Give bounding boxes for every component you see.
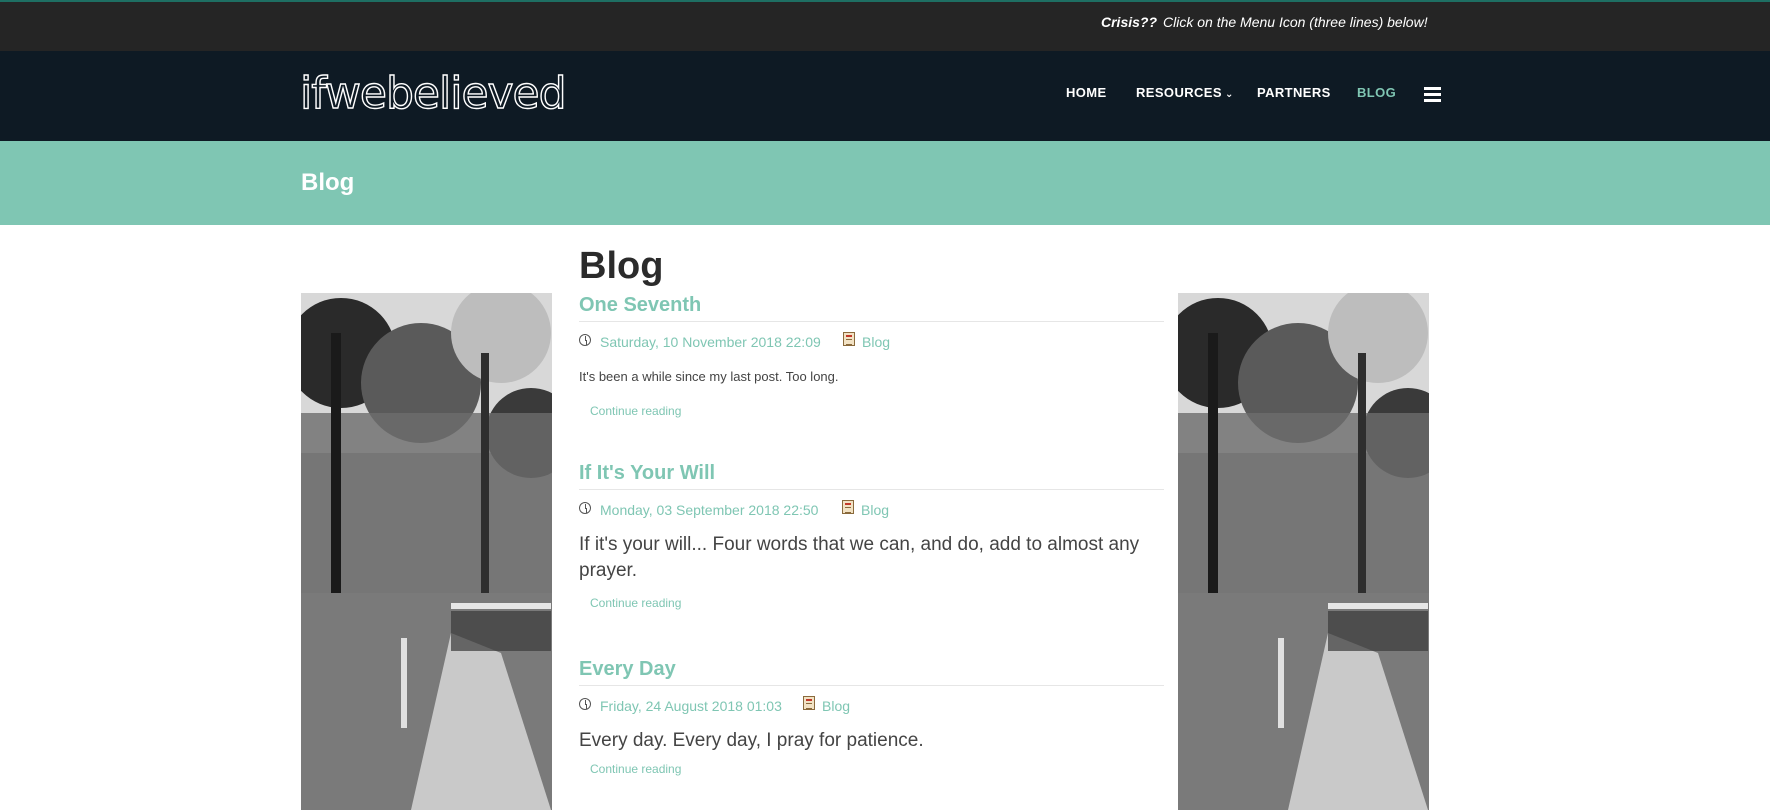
banner-title: Blog [301,169,355,196]
nav-resources-label: RESOURCES [1136,85,1222,100]
nav-resources[interactable]: RESOURCES ⌄ [1136,85,1234,100]
top-bar: Crisis?? Click on the Menu Icon (three li… [0,0,1770,51]
blog-post: If It's Your Will Monday, 03 September 2… [579,460,1164,610]
post-title[interactable]: Every Day [579,656,1164,686]
crisis-message: Crisis?? Click on the Menu Icon (three li… [1101,14,1428,30]
post-category-link[interactable]: Blog [862,334,890,350]
page-banner: Blog [0,141,1770,225]
clock-icon [579,334,591,346]
page-title: Blog [579,245,664,287]
forest-path-image [301,293,552,810]
continue-reading-link[interactable]: Continue reading [590,404,1164,418]
clock-icon [579,698,591,710]
post-meta: Monday, 03 September 2018 22:50 Blog [579,500,1164,520]
main-content: Blog One Seventh Saturday, 10 November 2… [579,244,1164,776]
main-nav: HOME RESOURCES ⌄ PARTNERS BLOG [0,85,1770,109]
post-meta: Friday, 24 August 2018 01:03 Blog [579,696,1164,716]
hamburger-icon[interactable] [1424,87,1441,102]
nav-blog[interactable]: BLOG [1357,85,1396,100]
post-title[interactable]: One Seventh [579,292,1164,322]
right-photo [1178,293,1429,810]
blog-post: One Seventh Saturday, 10 November 2018 2… [579,292,1164,418]
post-category-link[interactable]: Blog [861,502,889,518]
category-icon [842,500,854,514]
post-date: Friday, 24 August 2018 01:03 [600,698,782,714]
chevron-down-icon: ⌄ [1224,89,1234,100]
post-excerpt: It's been a while since my last post. To… [579,369,839,384]
continue-reading-link[interactable]: Continue reading [590,596,1164,610]
nav-home[interactable]: HOME [1066,85,1107,100]
post-title[interactable]: If It's Your Will [579,460,1164,490]
left-photo [301,293,552,810]
site-header: ifwebelieved HOME RESOURCES ⌄ PARTNERS BL… [0,51,1770,141]
category-icon [803,696,815,710]
post-excerpt: Every day. Every day, I pray for patienc… [579,730,924,751]
crisis-message-text: Click on the Menu Icon (three lines) bel… [1163,14,1428,30]
blog-post: Every Day Friday, 24 August 2018 01:03 B… [579,656,1164,776]
crisis-label: Crisis?? [1101,14,1158,30]
category-icon [843,332,855,346]
post-meta: Saturday, 10 November 2018 22:09 Blog [579,332,1164,352]
continue-reading-link[interactable]: Continue reading [590,762,1164,776]
post-excerpt: If it's your will... Four words that we … [579,534,1140,581]
forest-path-image [1178,293,1429,810]
post-date: Monday, 03 September 2018 22:50 [600,502,819,518]
clock-icon [579,502,591,514]
nav-partners[interactable]: PARTNERS [1257,85,1331,100]
post-date: Saturday, 10 November 2018 22:09 [600,334,821,350]
post-category-link[interactable]: Blog [822,698,850,714]
